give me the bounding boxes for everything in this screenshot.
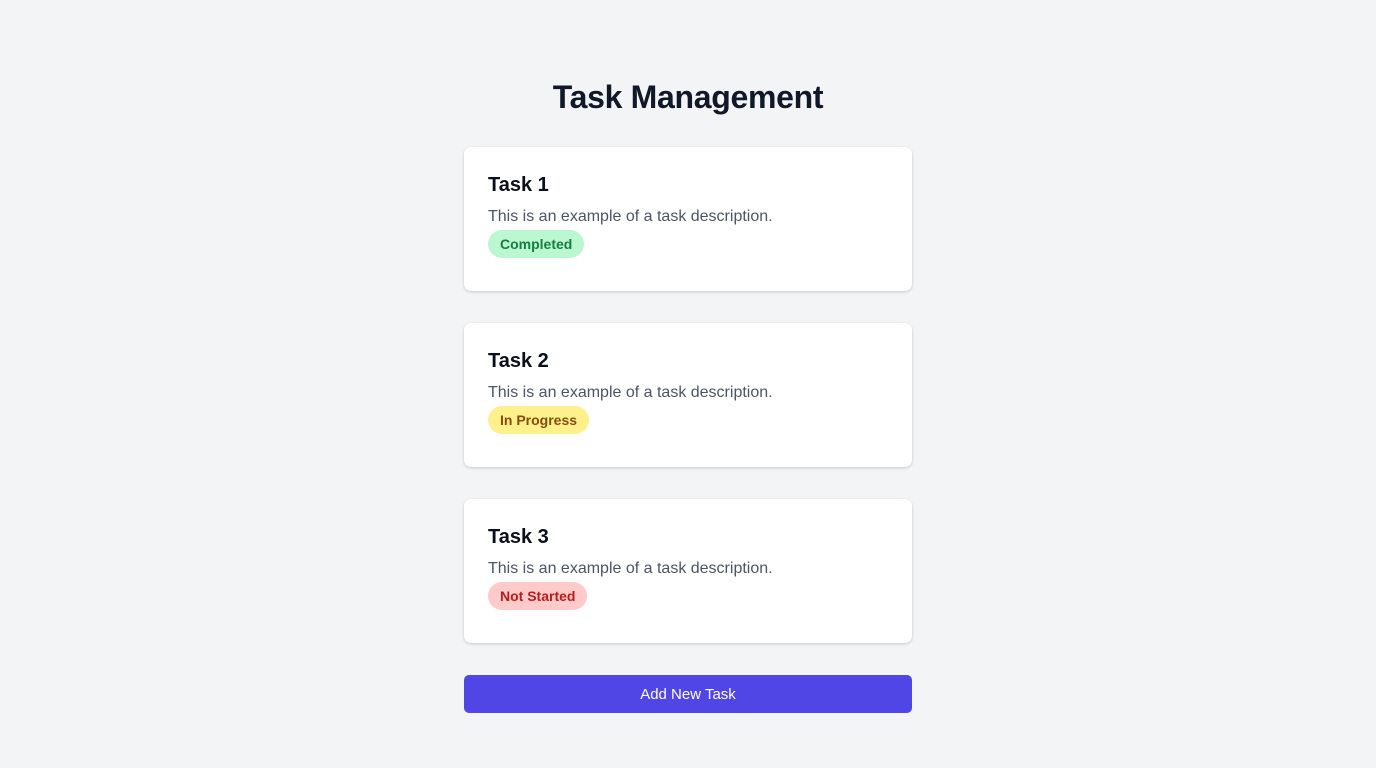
task-management-page: Task Management Task 1 This is an exampl…: [0, 0, 1376, 768]
task-list: Task 1 This is an example of a task desc…: [464, 147, 912, 675]
task-description: This is an example of a task description…: [488, 384, 773, 401]
status-badge-completed: Completed: [488, 230, 585, 258]
status-badge-in-progress: In Progress: [488, 406, 590, 434]
task-description: This is an example of a task description…: [488, 560, 773, 577]
status-badge-not-started: Not Started: [488, 582, 588, 610]
task-description: This is an example of a task description…: [488, 208, 773, 225]
task-title: Task 2: [488, 350, 549, 372]
task-title: Task 3: [488, 526, 549, 548]
add-new-task-button[interactable]: Add New Task: [464, 675, 912, 713]
task-card: Task 2 This is an example of a task desc…: [464, 323, 912, 467]
task-card: Task 3 This is an example of a task desc…: [464, 499, 912, 643]
page-title: Task Management: [552, 79, 824, 115]
task-card: Task 1 This is an example of a task desc…: [464, 147, 912, 291]
task-title: Task 1: [488, 174, 549, 196]
